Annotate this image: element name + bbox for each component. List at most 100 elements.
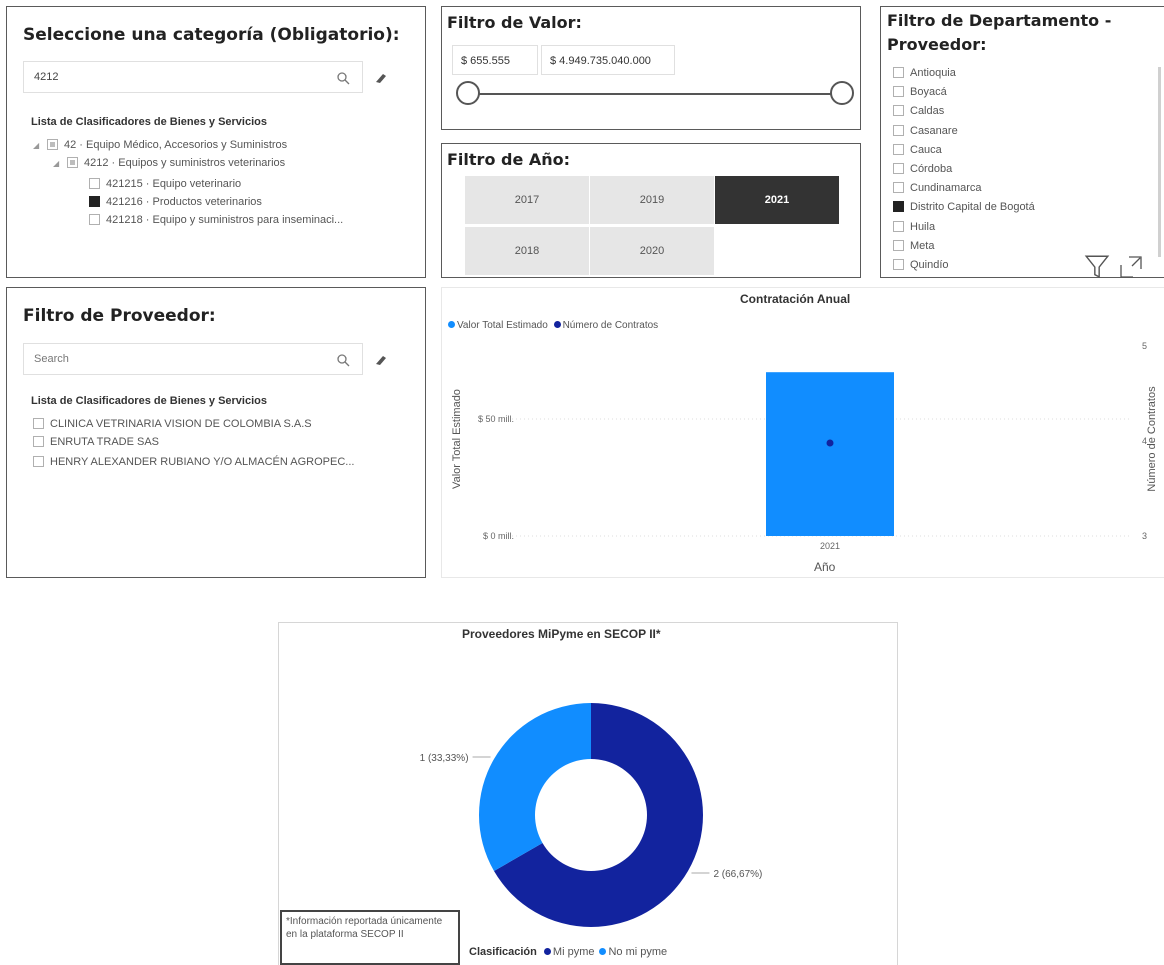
tree-checkbox[interactable] [89, 196, 100, 207]
department-checkbox[interactable] [893, 86, 904, 98]
value-slider-min-handle[interactable] [456, 81, 480, 105]
value-filter-title: Filtro de Valor: [447, 13, 582, 32]
department-checkbox[interactable] [893, 67, 904, 78]
year-tile-2021[interactable]: 2021 [715, 176, 839, 224]
annual-chart-svg: $ 50 mill.$ 0 mill.5432021 [478, 341, 1147, 551]
eraser-icon[interactable] [373, 353, 387, 367]
department-item[interactable]: Caldas [893, 104, 944, 118]
provider-search-input[interactable]: Search [23, 343, 363, 375]
category-search-value: 4212 [34, 71, 59, 83]
y2-tick-label: 3 [1142, 531, 1147, 541]
department-label: Caldas [910, 105, 945, 118]
department-label: Casanare [910, 124, 958, 137]
tree-item-421218[interactable]: 421218 · Equipo y suministros para insem… [89, 213, 343, 227]
provider-checkbox[interactable] [33, 456, 44, 467]
focus-mode-icon[interactable] [1117, 255, 1145, 279]
value-min-input[interactable]: $ 655.555 [452, 45, 538, 75]
department-item[interactable]: Huila [893, 220, 935, 234]
mipyme-legend: Clasificación Mi pyme No mi pyme [469, 946, 672, 958]
x-axis-label: Año [814, 560, 836, 574]
department-filter-title-line1: Filtro de Departamento - [887, 11, 1112, 30]
year-tile-2017[interactable]: 2017 [465, 176, 589, 224]
tree-checkbox[interactable] [47, 139, 58, 150]
y-tick-label: $ 50 mill. [478, 414, 514, 424]
provider-checkbox[interactable] [33, 436, 44, 447]
department-item[interactable]: Distrito Capital de Bogotá [893, 200, 1035, 214]
department-label: Huila [910, 220, 936, 233]
department-checkbox[interactable] [893, 259, 904, 270]
department-label: Quindío [910, 259, 949, 271]
filter-icon[interactable] [1083, 253, 1111, 279]
value-max-input[interactable]: $ 4.949.735.040.000 [541, 45, 675, 75]
department-label: Distrito Capital de Bogotá [910, 201, 1035, 214]
category-filter-panel: Seleccione una categoría (Obligatorio): … [6, 6, 426, 278]
y2-tick-label: 5 [1142, 341, 1147, 351]
department-item[interactable]: Meta [893, 239, 934, 253]
department-checkbox[interactable] [893, 220, 904, 232]
x-tick-label: 2021 [820, 541, 840, 551]
department-checkbox[interactable] [893, 143, 904, 155]
department-item[interactable]: Boyacá [893, 85, 947, 99]
category-list-header: Lista de Clasificadores de Bienes y Serv… [31, 116, 267, 128]
department-item[interactable]: Cundinamarca [893, 181, 982, 195]
right-axis-label: Número de Contratos [1146, 386, 1158, 492]
value-filter-panel: Filtro de Valor: $ 655.555 $ 4.949.735.0… [441, 6, 861, 130]
department-checkbox[interactable] [893, 163, 904, 174]
tree-item-421216[interactable]: 421216 · Productos veterinarios [89, 195, 262, 209]
y-tick-label: $ 0 mill. [483, 531, 514, 541]
tree-checkbox[interactable] [89, 178, 100, 189]
legend-label: Mi pyme [552, 946, 595, 958]
department-checkbox[interactable] [893, 239, 904, 251]
department-checkbox[interactable] [893, 124, 904, 136]
department-label: Meta [910, 239, 935, 252]
slice-data-label: 1 (33,33%) [420, 753, 469, 764]
slice-data-label: 2 (66,67%) [713, 869, 762, 880]
tree-item-421215[interactable]: 421215 · Equipo veterinario [89, 177, 241, 191]
value-slider-max-handle[interactable] [830, 81, 854, 105]
department-item[interactable]: Casanare [893, 124, 958, 138]
year-tile-2019[interactable]: 2019 [590, 176, 714, 224]
provider-item[interactable]: HENRY ALEXANDER RUBIANO Y/O ALMACÉN AGRO… [33, 455, 354, 469]
legend-items: Mi pyme No mi pyme [543, 946, 672, 958]
year-tile-2020[interactable]: 2020 [590, 227, 714, 275]
left-axis-label: Valor Total Estimado [451, 389, 463, 489]
provider-checkbox[interactable] [33, 418, 44, 429]
department-scrollbar[interactable] [1158, 67, 1161, 257]
department-item[interactable]: Cauca [893, 143, 942, 157]
tree-item-4212[interactable]: ◢ 4212 · Equipos y suministros veterinari… [53, 156, 285, 170]
department-checkbox[interactable] [893, 182, 904, 194]
department-item[interactable]: Córdoba [893, 162, 952, 176]
mipyme-chart-title: Proveedores MiPyme en SECOP II* [462, 627, 661, 641]
tree-checkbox[interactable] [89, 214, 100, 225]
bar-2021[interactable] [766, 372, 894, 536]
legend-dot [599, 948, 607, 955]
provider-filter-title: Filtro de Proveedor: [23, 306, 216, 326]
department-label: Cundinamarca [910, 182, 982, 195]
provider-filter-panel: Filtro de Proveedor: Search Lista de Cla… [6, 287, 426, 578]
provider-item[interactable]: CLINICA VETRINARIA VISION DE COLOMBIA S.… [33, 417, 312, 431]
expand-icon[interactable]: ◢ [33, 139, 43, 153]
provider-list-header: Lista de Clasificadores de Bienes y Serv… [31, 395, 267, 407]
donut-chart-svg: 2 (66,67%) 1 (33,33%) [420, 703, 762, 927]
donut-slice-no-mi-pyme[interactable] [479, 703, 591, 871]
year-filter-panel: Filtro de Año: 2017 2019 2021 2018 2020 [441, 143, 861, 278]
expand-icon[interactable]: ◢ [53, 157, 63, 171]
value-slider-track[interactable] [464, 93, 840, 95]
department-item[interactable]: Antioquia [893, 66, 956, 80]
department-label: Antioquia [910, 67, 956, 79]
search-icon[interactable] [336, 353, 350, 367]
tree-item-42[interactable]: ◢ 42 · Equipo Médico, Accesorios y Sumini… [33, 138, 287, 152]
department-item[interactable]: Quindío [893, 258, 949, 272]
point-2021-contracts[interactable] [826, 439, 834, 447]
year-filter-title: Filtro de Año: [447, 150, 571, 169]
tree-checkbox[interactable] [67, 157, 78, 168]
year-tile-2018[interactable]: 2018 [465, 227, 589, 275]
search-icon[interactable] [336, 71, 350, 85]
department-filter-title-line2: Proveedor: [887, 35, 987, 54]
provider-item[interactable]: ENRUTA TRADE SAS [33, 435, 159, 449]
department-checkbox[interactable] [893, 201, 904, 213]
eraser-icon[interactable] [373, 71, 387, 85]
legend-dot [543, 948, 551, 955]
department-checkbox[interactable] [893, 105, 904, 117]
category-search-input[interactable]: 4212 [23, 61, 363, 93]
